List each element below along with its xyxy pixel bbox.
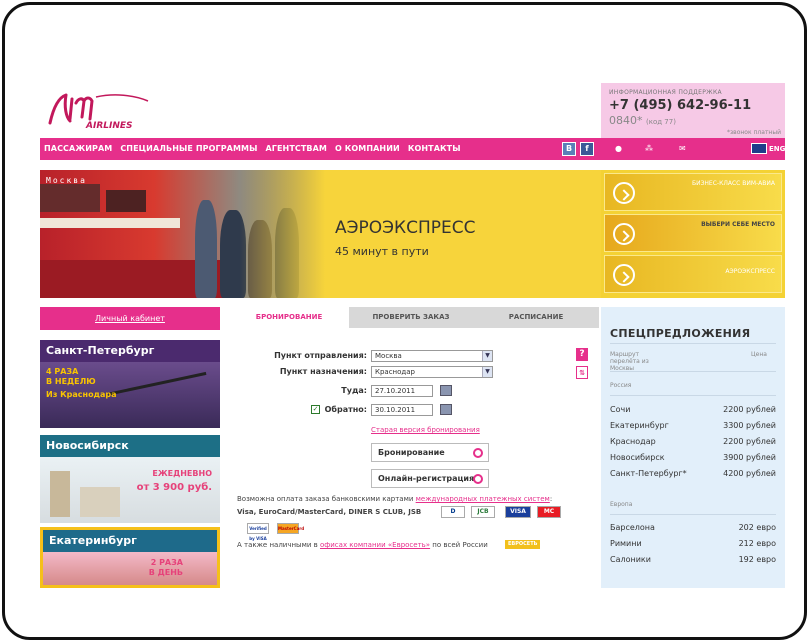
city-name: Екатеринбург	[43, 530, 217, 552]
old-version-link[interactable]: Старая версия бронирования	[371, 426, 480, 434]
support-note: *звонок платный	[726, 129, 781, 136]
logo-text: AIRLINES	[86, 121, 133, 131]
city-promo-novosibirsk[interactable]: Новосибирск ЕЖЕДНЕВНО от 3 900 руб.	[40, 435, 220, 523]
side-ads: БИЗНЕС-КЛАСС ВИМ-АВИА ВЫБЕРИ СЕБЕ МЕСТО …	[601, 170, 785, 298]
train-sign: Москва	[46, 176, 87, 185]
to-select[interactable]: Краснодар ▼	[371, 366, 493, 378]
main-nav: ПАССАЖИРАМ СПЕЦИАЛЬНЫЕ ПРОГРАММЫ АГЕНТСТ…	[40, 138, 601, 160]
support-phone: +7 (495) 642-96-11	[609, 98, 752, 113]
sitemap-icon[interactable]: ⁂	[645, 144, 653, 153]
offer-row[interactable]: Римини 212 евро	[610, 539, 776, 548]
col-price: Цена	[751, 351, 767, 358]
cash-text: А также наличными в офисах компании «Евр…	[237, 541, 488, 549]
nav-about[interactable]: О КОМПАНИИ	[335, 144, 400, 153]
tab-schedule[interactable]: РАСПИСАНИЕ	[473, 307, 599, 328]
offers-title: СПЕЦПРЕДЛОЖЕНИЯ	[610, 327, 751, 340]
offer-row[interactable]: Салоники 192 евро	[610, 555, 776, 564]
col-route: Маршрут перелёта из Москвы	[610, 351, 649, 372]
arrow-circle-icon	[613, 264, 635, 286]
group-europe: Европа	[610, 501, 633, 508]
personal-cabinet-link[interactable]: Личный кабинет	[40, 307, 220, 330]
tab-check-order[interactable]: ПРОВЕРИТЬ ЗАКАЗ	[349, 307, 473, 328]
mastercard-securecode-icon: MasterCard	[277, 523, 304, 534]
booking-form: Пункт отправления: Москва ▼ ? Пункт назн…	[229, 328, 599, 588]
book-button[interactable]: Бронирование	[371, 443, 489, 462]
diners-card-icon: D	[441, 506, 465, 518]
back-label: Обратно:	[324, 405, 367, 414]
lang-switch[interactable]: ENG	[769, 145, 785, 153]
support-short-number: 0840* (код 77)	[609, 114, 676, 127]
nav-contacts[interactable]: КОНТАКТЫ	[408, 144, 461, 153]
ad-business-class[interactable]: БИЗНЕС-КЛАСС ВИМ-АВИА	[604, 173, 782, 211]
help-icon[interactable]: ?	[576, 348, 588, 361]
nav-agencies[interactable]: АГЕНТСТВАМ	[265, 144, 326, 153]
offer-row[interactable]: Екатеринбург 3300 рублей	[610, 421, 776, 430]
vim-airlines-logo[interactable]: AIRLINES	[44, 89, 154, 137]
nav-special-programs[interactable]: СПЕЦИАЛЬНЫЕ ПРОГРАММЫ	[120, 144, 257, 153]
verified-by-visa-icon: Verified by VISA	[247, 523, 269, 541]
calendar-icon[interactable]	[440, 404, 452, 415]
nav-passengers[interactable]: ПАССАЖИРАМ	[44, 144, 112, 153]
train-photo: Москва	[40, 170, 325, 298]
city-name: Санкт-Петербург	[40, 340, 220, 362]
online-checkin-button[interactable]: Онлайн-регистрация	[371, 469, 489, 488]
back-date-input[interactable]: 30.10.2011	[371, 404, 433, 416]
booking-tabs: БРОНИРОВАНИЕ ПРОВЕРИТЬ ЗАКАЗ РАСПИСАНИЕ	[229, 307, 599, 328]
chevron-down-icon: ▼	[482, 351, 492, 361]
city-promo-ekaterinburg[interactable]: Екатеринбург 2 РАЗА В ДЕНЬ	[40, 527, 220, 588]
chevron-down-icon: ▼	[482, 367, 492, 377]
there-date-input[interactable]: 27.10.2011	[371, 385, 433, 397]
to-label: Пункт назначения:	[279, 367, 367, 376]
cards-text: Visa, EuroCard/MasterCard, DINER S CLUB,…	[237, 508, 422, 516]
payment-text: Возможна оплата заказа банковскими карта…	[237, 495, 553, 503]
there-label: Туда:	[341, 386, 367, 395]
mastercard-icon: MC	[537, 506, 561, 518]
tab-booking[interactable]: БРОНИРОВАНИЕ	[229, 307, 349, 328]
offer-row[interactable]: Краснодар 2200 рублей	[610, 437, 776, 446]
arrow-circle-icon	[473, 448, 483, 458]
banner-subtitle: 45 минут в пути	[335, 245, 429, 258]
swap-icon[interactable]: ⇅	[576, 366, 588, 379]
arrow-circle-icon	[473, 474, 483, 484]
from-label: Пункт отправления:	[274, 351, 367, 360]
arrow-circle-icon	[613, 182, 635, 204]
offer-row[interactable]: Новосибирск 3900 рублей	[610, 453, 776, 462]
home-icon[interactable]: ●	[615, 144, 622, 153]
offer-row[interactable]: Сочи 2200 рублей	[610, 405, 776, 414]
visa-card-icon: VISA	[505, 506, 531, 518]
device-frame: AIRLINES ИНФОРМАЦИОННАЯ ПОДДЕРЖКА +7 (49…	[2, 2, 807, 640]
support-box: ИНФОРМАЦИОННАЯ ПОДДЕРЖКА +7 (495) 642-96…	[601, 83, 785, 138]
group-russia: Россия	[610, 382, 632, 389]
city-name: Новосибирск	[40, 435, 220, 457]
support-title: ИНФОРМАЦИОННАЯ ПОДДЕРЖКА	[609, 89, 722, 96]
payment-systems-link[interactable]: международных платежных систем	[416, 495, 550, 503]
facebook-icon[interactable]: f	[580, 142, 594, 156]
evroset-offices-link[interactable]: офисах компании «Евросеть»	[320, 541, 430, 549]
offer-row[interactable]: Санкт-Петербург* 4200 рублей	[610, 469, 776, 478]
banner-title: АЭРОЭКСПРЕСС	[335, 218, 476, 238]
city-promo-spb[interactable]: Санкт-Петербург 4 РАЗА В НЕДЕЛЮ Из Красн…	[40, 340, 220, 428]
mail-icon[interactable]: ✉	[679, 144, 686, 153]
special-offers: СПЕЦПРЕДЛОЖЕНИЯ Маршрут перелёта из Моск…	[601, 307, 785, 588]
arrow-circle-icon	[613, 223, 635, 245]
from-select[interactable]: Москва ▼	[371, 350, 493, 362]
utility-nav: ● ⁂ ✉ ENG	[601, 138, 785, 160]
website: AIRLINES ИНФОРМАЦИОННАЯ ПОДДЕРЖКА +7 (49…	[40, 83, 785, 588]
vkontakte-icon[interactable]: В	[562, 142, 576, 156]
ad-aeroexpress[interactable]: АЭРОЭКСПРЕСС	[604, 255, 782, 293]
evroset-logo: ЕВРОСЕТЬ	[505, 540, 541, 549]
jcb-card-icon: JCB	[471, 506, 495, 518]
uk-flag-icon[interactable]	[751, 143, 767, 154]
promo-banner[interactable]: Москва АЭРОЭКСПРЕСС 45 минут в пути	[40, 170, 601, 298]
return-checkbox[interactable]: ✓	[311, 405, 320, 414]
calendar-icon[interactable]	[440, 385, 452, 396]
ad-choose-seat[interactable]: ВЫБЕРИ СЕБЕ МЕСТО	[604, 214, 782, 252]
offer-row[interactable]: Барселона 202 евро	[610, 523, 776, 532]
